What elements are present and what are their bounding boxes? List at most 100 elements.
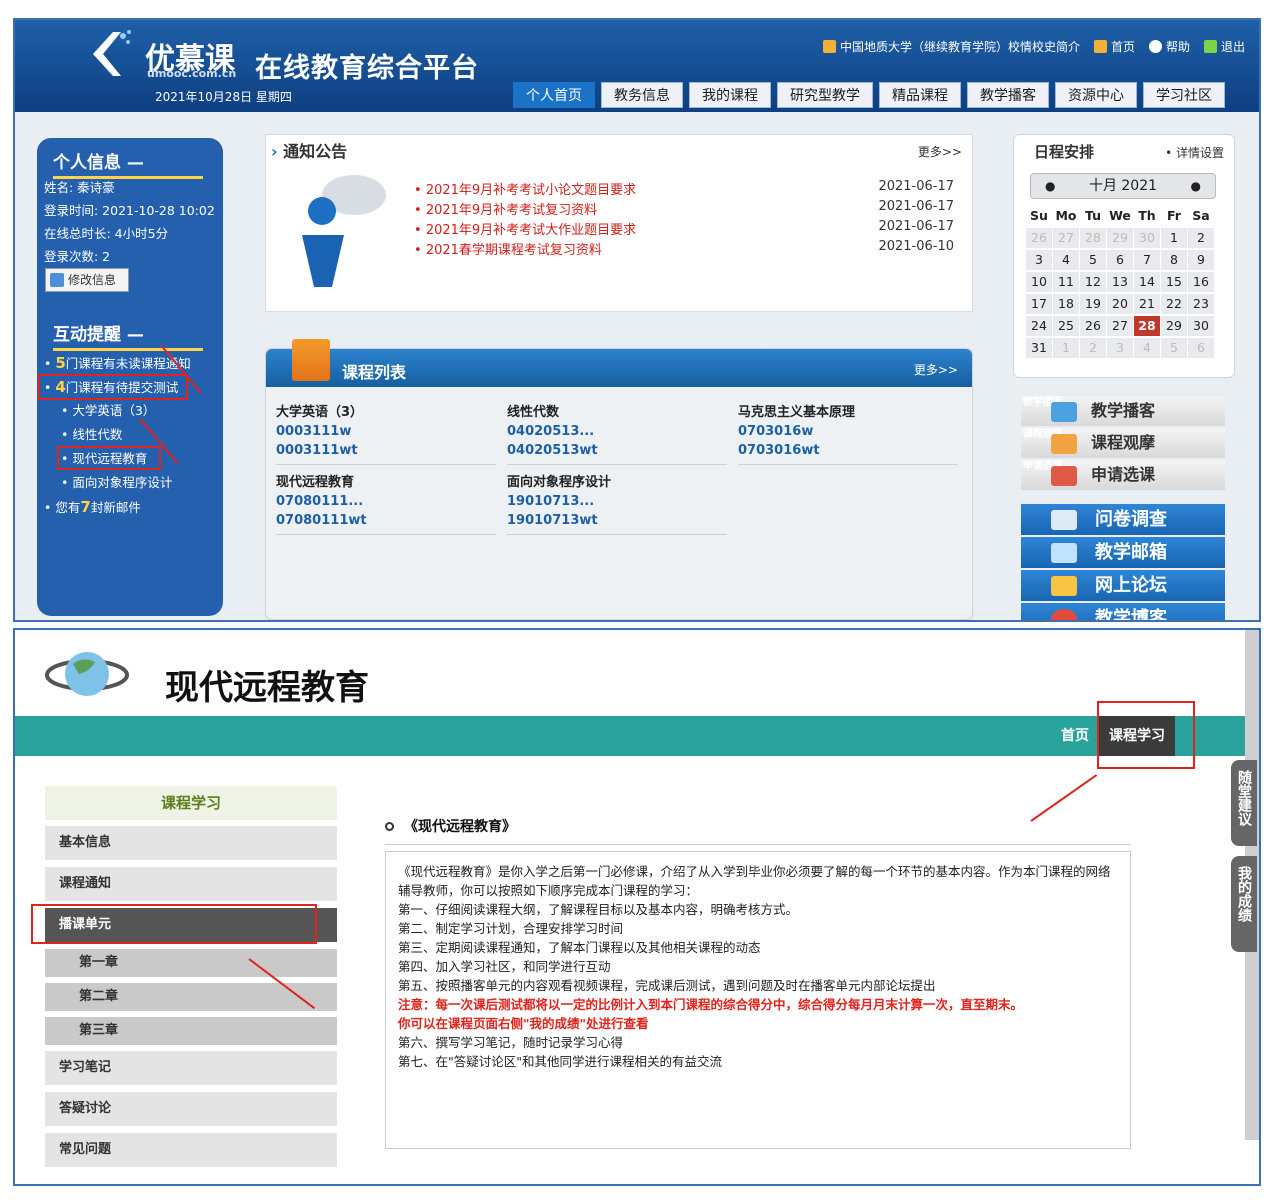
pending-course-linear-algebra[interactable]: • 线性代数: [61, 423, 122, 446]
blue-link-survey[interactable]: 问卷调查: [1021, 504, 1225, 535]
tab-personal-home[interactable]: 个人首页: [513, 82, 595, 108]
tab-resource-center[interactable]: 资源中心: [1055, 82, 1137, 108]
calendar-day[interactable]: 20: [1107, 294, 1133, 314]
new-mail-link[interactable]: • 您有7封新邮件: [44, 496, 141, 519]
schedule-heading: 日程安排: [1034, 143, 1095, 161]
calendar-day[interactable]: 3: [1026, 250, 1052, 270]
calendar-today[interactable]: 28: [1134, 316, 1160, 336]
course-card[interactable]: 现代远程教育 07080111... 07080111wt: [276, 473, 496, 535]
observe-icon: [1051, 434, 1077, 454]
sidebar-item-qa[interactable]: 答疑讨论: [45, 1092, 337, 1126]
calendar-day[interactable]: 1: [1161, 228, 1187, 248]
calendar-day[interactable]: 17: [1026, 294, 1052, 314]
calendar-day[interactable]: 16: [1188, 272, 1214, 292]
notice-item[interactable]: • 2021年9月补考考试复习资料 2021-06-17: [414, 199, 954, 219]
calendar-day[interactable]: 5: [1080, 250, 1106, 270]
sidebar-chapter-2[interactable]: 第二章: [45, 983, 337, 1011]
calendar-day[interactable]: 15: [1161, 272, 1187, 292]
edit-info-label: 修改信息: [68, 273, 117, 287]
sidebar-chapter-1[interactable]: 第一章: [45, 949, 337, 977]
intro-step: 第四、加入学习社区，和同学进行互动: [398, 959, 611, 974]
tab-learning-community[interactable]: 学习社区: [1143, 82, 1225, 108]
sidebar-item-faq[interactable]: 常见问题: [45, 1133, 337, 1167]
calendar-day[interactable]: 6: [1107, 250, 1133, 270]
tab-teaching-podcast[interactable]: 教学播客: [967, 82, 1049, 108]
sidebar-item-notices[interactable]: 课程通知: [45, 867, 337, 901]
calendar-day[interactable]: 13: [1107, 272, 1133, 292]
tab-quality-courses[interactable]: 精品课程: [879, 82, 961, 108]
calendar-day[interactable]: 11: [1053, 272, 1079, 292]
calendar-day[interactable]: 4: [1053, 250, 1079, 270]
calendar-day[interactable]: 3: [1107, 338, 1133, 358]
sidebar-item-basic-info[interactable]: 基本信息: [45, 826, 337, 860]
course-more-link[interactable]: 更多>>: [914, 361, 958, 378]
my-grades-side-tab[interactable]: 我的成绩: [1231, 856, 1257, 952]
top-link-intro[interactable]: 中国地质大学（继续教育学院）校情校史简介: [822, 38, 1080, 55]
course-card[interactable]: 线性代数 04020513... 04020513wt: [507, 403, 727, 465]
calendar-day[interactable]: 22: [1161, 294, 1187, 314]
calendar-day[interactable]: 10: [1026, 272, 1052, 292]
calendar-day[interactable]: 24: [1026, 316, 1052, 336]
calendar-day[interactable]: 1: [1053, 338, 1079, 358]
sidebar-chapter-3[interactable]: 第三章: [45, 1017, 337, 1045]
calendar-day[interactable]: 30: [1188, 316, 1214, 336]
calendar-day[interactable]: 26: [1026, 228, 1052, 248]
calendar-day[interactable]: 23: [1188, 294, 1214, 314]
next-month-icon[interactable]: ●: [1191, 174, 1201, 198]
calendar-day[interactable]: 29: [1107, 228, 1133, 248]
course-list-icon: [292, 339, 330, 381]
brand-domain: umooc.com.cn: [147, 67, 237, 80]
feedback-side-tab[interactable]: 随堂建议: [1231, 760, 1257, 846]
blue-link-forum[interactable]: 网上论坛: [1021, 570, 1225, 601]
blue-link-blog[interactable]: 教学博客: [1021, 603, 1225, 620]
calendar-day[interactable]: 18: [1053, 294, 1079, 314]
nav-home[interactable]: 首页: [1051, 716, 1099, 756]
blog-icon: [1051, 609, 1077, 620]
calendar-day[interactable]: 29: [1161, 316, 1187, 336]
blue-link-mail[interactable]: 教学邮箱: [1021, 537, 1225, 568]
forum-icon: [1051, 576, 1077, 596]
calendar-day[interactable]: 31: [1026, 338, 1052, 358]
notice-item[interactable]: • 2021春学期课程考试复习资料 2021-06-10: [414, 239, 954, 259]
pending-course-oop[interactable]: • 面向对象程序设计: [61, 471, 172, 494]
top-link-logout[interactable]: 退出: [1203, 38, 1245, 55]
calendar-day[interactable]: 14: [1134, 272, 1160, 292]
circle-bullet-icon: [385, 822, 394, 831]
calendar-day[interactable]: 27: [1053, 228, 1079, 248]
calendar-day[interactable]: 4: [1134, 338, 1160, 358]
tab-academic-info[interactable]: 教务信息: [601, 82, 683, 108]
top-link-help[interactable]: 帮助: [1148, 38, 1190, 55]
prev-month-icon[interactable]: ●: [1045, 174, 1055, 198]
course-card[interactable]: 大学英语（3） 0003111w 0003111wt: [276, 403, 496, 465]
calendar-day[interactable]: 2: [1188, 228, 1214, 248]
side-link-enroll[interactable]: 申请选课 申请选课: [1021, 460, 1225, 490]
course-card[interactable]: 马克思主义基本原理 0703016w 0703016wt: [738, 403, 958, 465]
notice-item[interactable]: • 2021年9月补考考试小论文题目要求 2021-06-17: [414, 179, 954, 199]
calendar-day[interactable]: 2: [1080, 338, 1106, 358]
pencil-icon: [50, 273, 64, 287]
calendar-day[interactable]: 5: [1161, 338, 1187, 358]
tab-research-teaching[interactable]: 研究型教学: [777, 82, 873, 108]
calendar-day[interactable]: 12: [1080, 272, 1106, 292]
calendar-day[interactable]: 30: [1134, 228, 1160, 248]
tab-my-courses[interactable]: 我的课程: [689, 82, 771, 108]
globe-logo-icon: [45, 652, 129, 696]
calendar-day[interactable]: 7: [1134, 250, 1160, 270]
calendar-day[interactable]: 25: [1053, 316, 1079, 336]
course-card[interactable]: 面向对象程序设计 19010713... 19010713wt: [507, 473, 727, 535]
edit-info-button[interactable]: 修改信息: [45, 268, 129, 292]
calendar-day[interactable]: 8: [1161, 250, 1187, 270]
calendar-day[interactable]: 28: [1080, 228, 1106, 248]
calendar-day[interactable]: 26: [1080, 316, 1106, 336]
notice-more-link[interactable]: 更多>>: [918, 143, 962, 160]
top-link-home[interactable]: 首页: [1093, 38, 1135, 55]
sidebar-item-notes[interactable]: 学习笔记: [45, 1051, 337, 1085]
calendar-day[interactable]: 6: [1188, 338, 1214, 358]
schedule-settings-link[interactable]: • 详情设置: [1165, 144, 1224, 161]
weekday-label: Sa: [1192, 208, 1210, 223]
calendar-day[interactable]: 19: [1080, 294, 1106, 314]
calendar-day[interactable]: 9: [1188, 250, 1214, 270]
calendar-day[interactable]: 27: [1107, 316, 1133, 336]
notice-item[interactable]: • 2021年9月补考考试大作业题目要求 2021-06-17: [414, 219, 954, 239]
calendar-day[interactable]: 21: [1134, 294, 1160, 314]
